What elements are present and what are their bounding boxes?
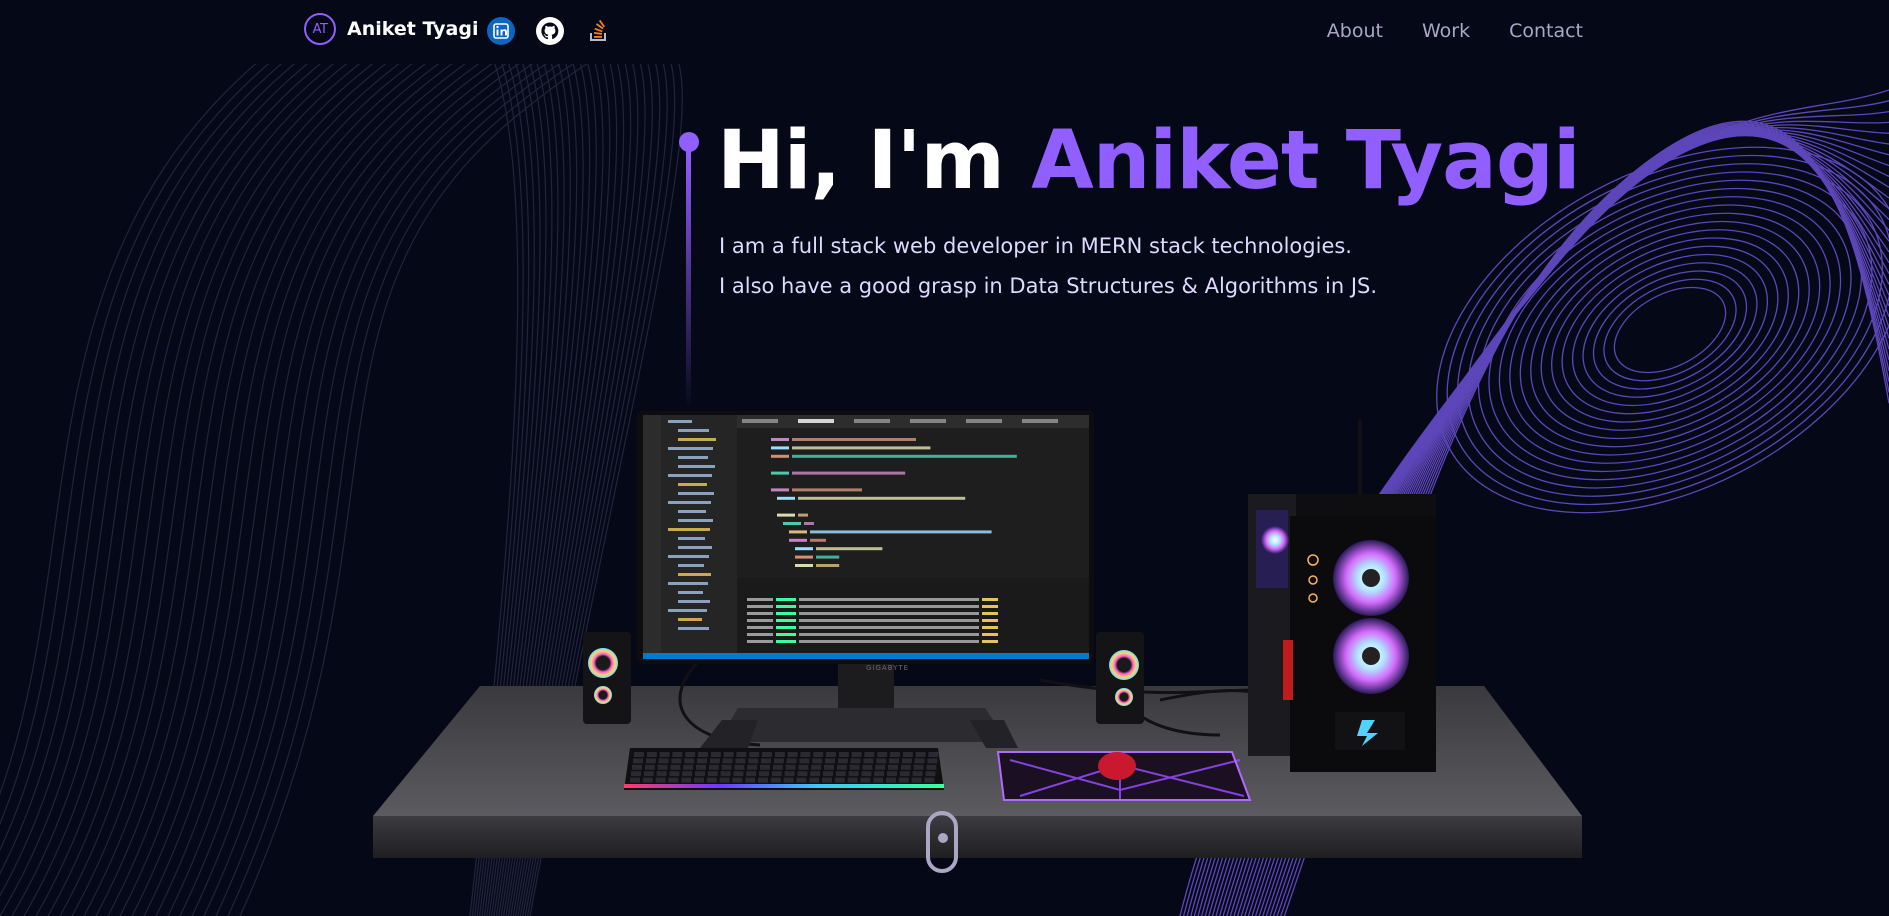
monitor[interactable]: GIGABYTE	[637, 411, 1094, 672]
scroll-indicator[interactable]	[926, 811, 958, 873]
editor-activity-bar	[643, 415, 661, 659]
keyboard	[624, 748, 944, 790]
computer-desk-scene[interactable]: GIGABYTE	[0, 0, 1889, 916]
mouse	[1098, 752, 1136, 780]
speaker-right	[1096, 632, 1144, 724]
pc-tower[interactable]	[1248, 420, 1436, 772]
scroll-indicator-dot	[938, 833, 948, 843]
monitor-brand: GIGABYTE	[866, 664, 909, 672]
editor-terminal	[737, 578, 1089, 655]
speaker-left	[583, 632, 631, 724]
editor-status-bar	[643, 653, 1089, 659]
